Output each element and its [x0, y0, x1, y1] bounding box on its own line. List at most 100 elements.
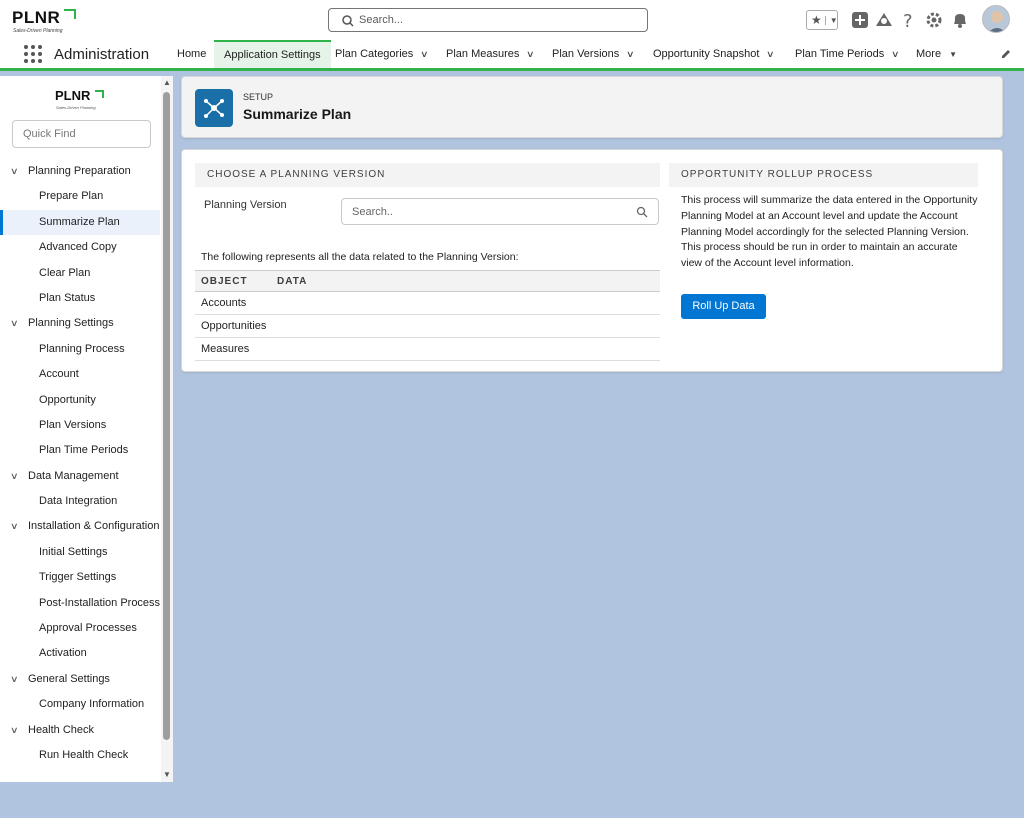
sidebar-group[interactable]: ∨ General Settings	[0, 667, 160, 692]
opportunity-rollup-process-header: OPPORTUNITY ROLLUP PROCESS	[669, 163, 978, 187]
page-eyebrow: SETUP	[243, 92, 274, 102]
app-logo[interactable]: PLNR Sales-Driven Planning	[12, 6, 82, 36]
tab-more-label: More	[916, 48, 942, 60]
notification-bell-icon[interactable]	[950, 10, 970, 30]
sidebar-item[interactable]: Company Information	[0, 692, 160, 717]
sidebar-item-label: Planning Process	[39, 342, 125, 355]
sidebar-item[interactable]: Planning Process	[0, 337, 160, 362]
chevron-down-icon[interactable]: ∨	[766, 40, 775, 68]
sidebar-item[interactable]: Clear Plan	[0, 261, 160, 286]
sidebar-item[interactable]: Run Health Check	[0, 743, 160, 768]
gear-icon[interactable]	[924, 10, 944, 30]
sidebar-item-label: Data Integration	[39, 495, 118, 508]
logo-mark-icon	[64, 9, 76, 19]
page-header: SETUP Summarize Plan	[181, 76, 1003, 138]
help-icon[interactable]: ?	[898, 10, 918, 30]
sidebar-group[interactable]: ∨ Health Check	[0, 718, 160, 743]
sidebar-item[interactable]: Initial Settings	[0, 540, 160, 565]
sidebar-scrollbar[interactable]: ▲ ▼	[161, 76, 173, 782]
sidebar-item-label: Plan Versions	[39, 418, 107, 431]
tab-plan-versions-label: Plan Versions	[552, 48, 620, 60]
chevron-down-icon[interactable]: ∨	[10, 667, 19, 692]
tab-plan-time-periods-label: Plan Time Periods	[795, 48, 885, 60]
search-icon	[636, 206, 648, 218]
planning-version-data-table: OBJECT DATA Accounts Opportunities Measu…	[195, 270, 660, 361]
sidebar-item[interactable]: Activation	[0, 641, 160, 666]
planning-version-info-text: The following represents all the data re…	[201, 251, 519, 263]
table-row: Opportunities	[195, 315, 660, 338]
user-avatar[interactable]	[982, 5, 1010, 33]
trailhead-icon[interactable]	[874, 10, 894, 30]
chevron-down-icon[interactable]: ∨	[526, 40, 535, 68]
chevron-down-icon[interactable]: ∨	[626, 40, 635, 68]
sidebar-item[interactable]: Summarize Plan	[0, 209, 160, 236]
sidebar-group[interactable]: ∨ Planning Preparation	[0, 159, 160, 184]
planning-version-search-input[interactable]: Search..	[341, 198, 659, 225]
sidebar-item[interactable]: Plan Versions	[0, 413, 160, 438]
scrollbar-thumb[interactable]	[163, 92, 170, 740]
global-search-input[interactable]: Search...	[328, 8, 648, 32]
chevron-down-icon[interactable]: ∨	[10, 464, 19, 489]
scroll-up-arrow-icon[interactable]: ▲	[163, 78, 171, 87]
sidebar-item[interactable]: Approval Processes	[0, 616, 160, 641]
chevron-down-icon[interactable]: ∨	[10, 159, 19, 184]
setup-sidebar: PLNR Sales-Driven Planning Quick Find ∨ P…	[0, 76, 173, 782]
sidebar-item[interactable]: Data Integration	[0, 489, 160, 514]
scroll-down-arrow-icon[interactable]: ▼	[163, 770, 171, 779]
quick-find-input[interactable]: Quick Find	[12, 120, 151, 148]
app-launcher-icon[interactable]	[24, 45, 42, 63]
rollup-description: This process will summarize the data ent…	[681, 194, 978, 270]
tab-application-settings[interactable]: Application Settings	[214, 40, 331, 68]
choose-planning-version-header: CHOOSE A PLANNING VERSION	[195, 163, 660, 187]
sidebar-item[interactable]: Opportunity	[0, 388, 160, 413]
chevron-down-icon: ▼	[824, 15, 838, 25]
sidebar-item-label: Approval Processes	[39, 622, 137, 635]
sidebar-group[interactable]: ∨ Installation & Configuration	[0, 514, 160, 539]
chevron-down-icon[interactable]: ∨	[10, 718, 19, 743]
chevron-down-icon[interactable]: ∨	[10, 514, 19, 539]
sidebar-item-label: Installation & Configuration	[28, 520, 160, 533]
chevron-down-icon[interactable]: ∨	[10, 311, 19, 336]
chevron-down-icon[interactable]: ∨	[420, 40, 429, 68]
tab-more[interactable]: More ▼	[916, 40, 957, 68]
edit-nav-pencil-icon[interactable]	[1000, 48, 1012, 60]
sidebar-item[interactable]: Trigger Settings	[0, 565, 160, 590]
sidebar-item-label: Summarize Plan	[39, 215, 120, 228]
search-icon	[342, 15, 354, 27]
sidebar-group[interactable]: ∨ Planning Settings	[0, 311, 160, 336]
global-header: PLNR Sales-Driven Planning Search... ★ ▼…	[0, 0, 1024, 40]
tab-opportunity-snapshot-label: Opportunity Snapshot	[653, 48, 760, 60]
logo-mark-icon	[95, 90, 104, 98]
sidebar-item-label: Data Management	[28, 469, 119, 482]
roll-up-data-button[interactable]: Roll Up Data	[681, 294, 766, 319]
tab-plan-categories[interactable]: Plan Categories ∨	[335, 40, 429, 68]
sidebar-item-label: Run Health Check	[39, 748, 129, 761]
favorites-button[interactable]: ★ ▼	[806, 10, 838, 30]
tab-plan-versions[interactable]: Plan Versions ∨	[552, 40, 635, 68]
sidebar-item[interactable]: Prepare Plan	[0, 184, 160, 209]
tab-plan-measures-label: Plan Measures	[446, 48, 520, 60]
table-row: Measures	[195, 338, 660, 361]
tab-plan-time-periods[interactable]: Plan Time Periods ∨	[795, 40, 900, 68]
sidebar-item[interactable]: Plan Time Periods	[0, 438, 160, 463]
sidebar-item-label: Opportunity	[39, 393, 96, 406]
sidebar-item-label: Planning Settings	[28, 317, 114, 330]
chevron-down-icon[interactable]: ∨	[891, 40, 900, 68]
global-actions-icon[interactable]	[850, 10, 870, 30]
sidebar-item[interactable]: Account	[0, 362, 160, 387]
sidebar-item-label: General Settings	[28, 672, 110, 685]
column-header-data: DATA	[277, 276, 308, 287]
sidebar-item[interactable]: Post-Installation Process	[0, 591, 160, 616]
tab-plan-measures[interactable]: Plan Measures ∨	[446, 40, 535, 68]
app-navigation-bar: Administration Home Application Settings…	[0, 40, 1024, 71]
sidebar-group[interactable]: ∨ Data Management	[0, 464, 160, 489]
sidebar-item-label: Plan Time Periods	[39, 444, 129, 457]
star-icon: ★	[811, 13, 822, 27]
sidebar-logo: PLNR Sales-Driven Planning	[55, 88, 115, 112]
tab-opportunity-snapshot[interactable]: Opportunity Snapshot ∨	[653, 40, 775, 68]
tab-home[interactable]: Home	[169, 40, 214, 68]
user-photo-icon	[983, 6, 1009, 32]
sidebar-item[interactable]: Plan Status	[0, 286, 160, 311]
sidebar-item[interactable]: Advanced Copy	[0, 235, 160, 260]
sidebar-item-label: Health Check	[28, 723, 95, 736]
